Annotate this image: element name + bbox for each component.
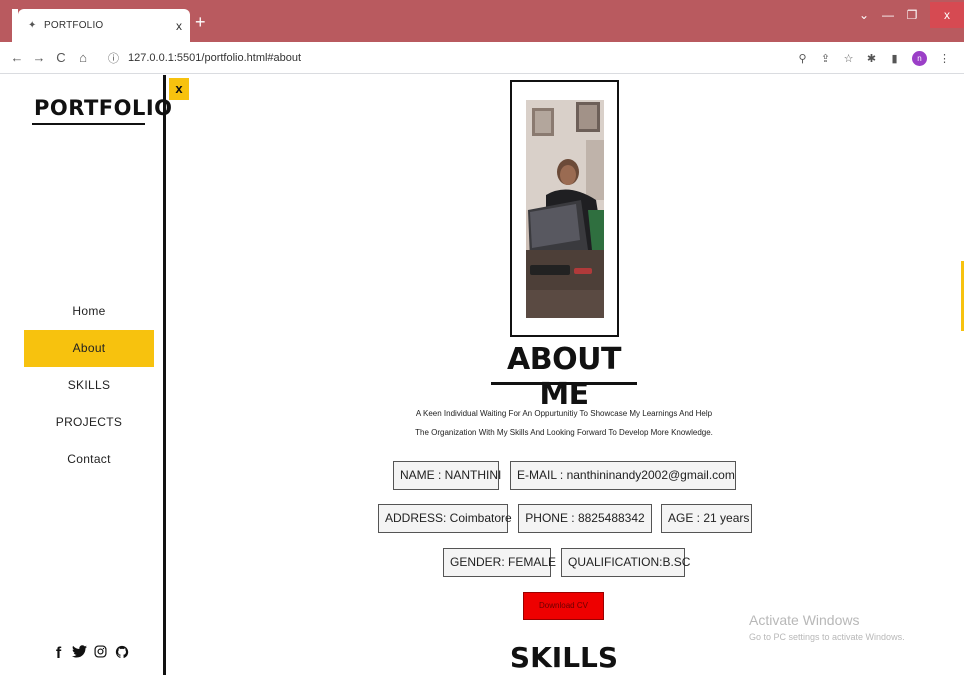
facebook-icon[interactable]: f [48, 645, 69, 664]
window-close-button[interactable]: x [930, 2, 964, 28]
site-info-icon[interactable]: ⓘ [108, 50, 122, 66]
download-cv-button[interactable]: Download CV [523, 592, 604, 620]
tab-title: PORTFOLIO [44, 20, 104, 31]
main-content: ABOUT ME A Keen Individual Waiting For A… [169, 75, 964, 675]
tab-close-icon[interactable]: x [176, 19, 182, 33]
about-heading-underline [491, 382, 637, 385]
watermark-title: Activate Windows [749, 612, 860, 628]
nav-item-home[interactable]: Home [24, 293, 154, 330]
forward-icon[interactable]: → [28, 50, 50, 65]
profile-photo-frame [510, 80, 619, 337]
windows-activation-watermark: Activate Windows Go to PC settings to ac… [749, 612, 905, 642]
home-icon[interactable]: ⌂ [72, 50, 94, 65]
bookmark-star-icon[interactable]: ☆ [837, 52, 860, 65]
social-links: f [48, 645, 132, 664]
side-panel-icon[interactable]: ▮ [883, 52, 906, 65]
back-icon[interactable]: ← [6, 50, 28, 65]
phone-info-box: PHONE : 8825488342 [518, 504, 652, 533]
tab-search-icon[interactable]: ⌄ [852, 8, 876, 22]
skills-heading: SKILLS [509, 641, 619, 674]
gender-info-box: GENDER: FEMALE [443, 548, 556, 577]
site-logo[interactable]: PORTFOLIO [34, 96, 173, 120]
favicon-icon: ✦ [28, 20, 37, 31]
nav-item-projects[interactable]: PROJECTS [24, 404, 154, 441]
zoom-icon[interactable]: ⚲ [791, 52, 814, 65]
browser-tab[interactable]: ✦ PORTFOLIO x [18, 9, 190, 42]
extensions-icon[interactable]: ✱ [860, 52, 883, 65]
window-controls: ⌄ — ❐ x [852, 0, 964, 30]
sidebar: PORTFOLIO Home About SKILLS PROJECTS Con… [0, 75, 172, 675]
new-tab-button[interactable]: + [195, 13, 206, 31]
twitter-icon[interactable] [69, 645, 90, 664]
nav-item-about[interactable]: About [24, 330, 154, 367]
sidebar-nav: Home About SKILLS PROJECTS Contact [24, 293, 154, 478]
browser-tab-bar: ✦ PORTFOLIO x + ⌄ — ❐ x [0, 0, 964, 42]
logo-underline [32, 123, 145, 125]
watermark-subtitle: Go to PC settings to activate Windows. [749, 632, 905, 642]
reload-icon[interactable]: C [50, 50, 72, 65]
nav-item-skills[interactable]: SKILLS [24, 367, 154, 404]
nav-item-contact[interactable]: Contact [24, 441, 154, 478]
minimize-button[interactable]: — [876, 8, 900, 22]
about-description-line: A Keen Individual Waiting For An Oppurtu… [415, 409, 713, 418]
qualification-info-box: QUALIFICATION:B.SC [561, 548, 690, 577]
age-info-box: AGE : 21 years [661, 504, 752, 533]
about-description-line: The Organization With My Skills And Look… [415, 428, 713, 437]
address-info-box: ADDRESS: Coimbatore [378, 504, 512, 533]
toolbar-actions: ⚲ ⇪ ☆ ✱ ▮ n ⋮ [791, 42, 956, 74]
profile-photo [526, 100, 604, 318]
share-icon[interactable]: ⇪ [814, 52, 837, 65]
restore-button[interactable]: ❐ [900, 8, 924, 22]
github-icon[interactable] [111, 645, 132, 664]
email-info-box: E-MAIL : nanthininandy2002@gmail.com [510, 461, 736, 490]
about-heading: ABOUT ME [507, 342, 621, 412]
name-info-box: NAME : NANTHINI [393, 461, 501, 490]
address-bar[interactable]: 127.0.0.1:5501/portfolio.html#about [128, 52, 301, 64]
browser-toolbar: ← → C ⌂ ⓘ 127.0.0.1:5501/portfolio.html#… [0, 42, 964, 74]
about-description: A Keen Individual Waiting For An Oppurtu… [364, 404, 764, 442]
profile-avatar[interactable]: n [912, 50, 927, 66]
instagram-icon[interactable] [90, 645, 111, 664]
menu-icon[interactable]: ⋮ [933, 52, 956, 65]
